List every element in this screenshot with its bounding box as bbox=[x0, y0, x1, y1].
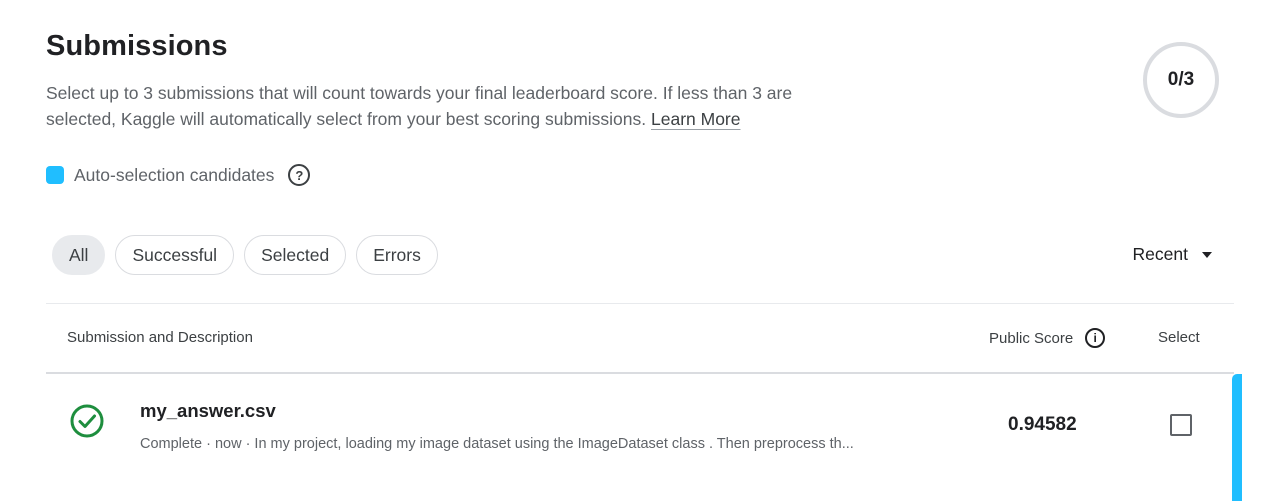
filter-chips: All Successful Selected Errors bbox=[52, 235, 438, 275]
selection-counter: 0/3 bbox=[1143, 42, 1219, 118]
page-description: Select up to 3 submissions that will cou… bbox=[46, 80, 866, 132]
auto-selection-swatch bbox=[46, 166, 64, 184]
info-icon[interactable]: i bbox=[1085, 328, 1106, 348]
auto-selection-label: Auto-selection candidates bbox=[74, 164, 275, 185]
table-row[interactable]: my_answer.csv Complete · now · In my pro… bbox=[46, 374, 1234, 501]
submission-name[interactable]: my_answer.csv bbox=[140, 400, 276, 422]
auto-selection-legend: Auto-selection candidates ? bbox=[46, 163, 311, 187]
column-header-select: Select bbox=[1158, 329, 1200, 346]
table-header: Submission and Description Public Score … bbox=[46, 304, 1234, 372]
sort-label: Recent bbox=[1132, 244, 1188, 264]
public-score: 0.94582 bbox=[1008, 414, 1077, 435]
select-checkbox[interactable] bbox=[1170, 414, 1192, 436]
column-header-score-label: Public Score bbox=[989, 329, 1074, 347]
help-icon[interactable]: ? bbox=[288, 164, 311, 186]
filter-chip-errors[interactable]: Errors bbox=[356, 235, 438, 275]
filter-chip-selected[interactable]: Selected bbox=[244, 235, 347, 275]
learn-more-link[interactable]: Learn More bbox=[651, 109, 741, 129]
success-check-icon bbox=[70, 404, 104, 438]
filter-chip-all[interactable]: All bbox=[52, 235, 106, 275]
filter-chip-successful[interactable]: Successful bbox=[115, 235, 235, 275]
submission-description: Complete · now · In my project, loading … bbox=[140, 436, 854, 452]
column-header-description: Submission and Description bbox=[67, 329, 253, 346]
page-title: Submissions bbox=[46, 30, 228, 62]
auto-selection-indicator bbox=[1232, 374, 1242, 501]
caret-down-icon bbox=[1202, 251, 1212, 258]
sort-dropdown[interactable]: Recent bbox=[1133, 244, 1212, 265]
column-header-score: Public Score i bbox=[989, 328, 1106, 348]
